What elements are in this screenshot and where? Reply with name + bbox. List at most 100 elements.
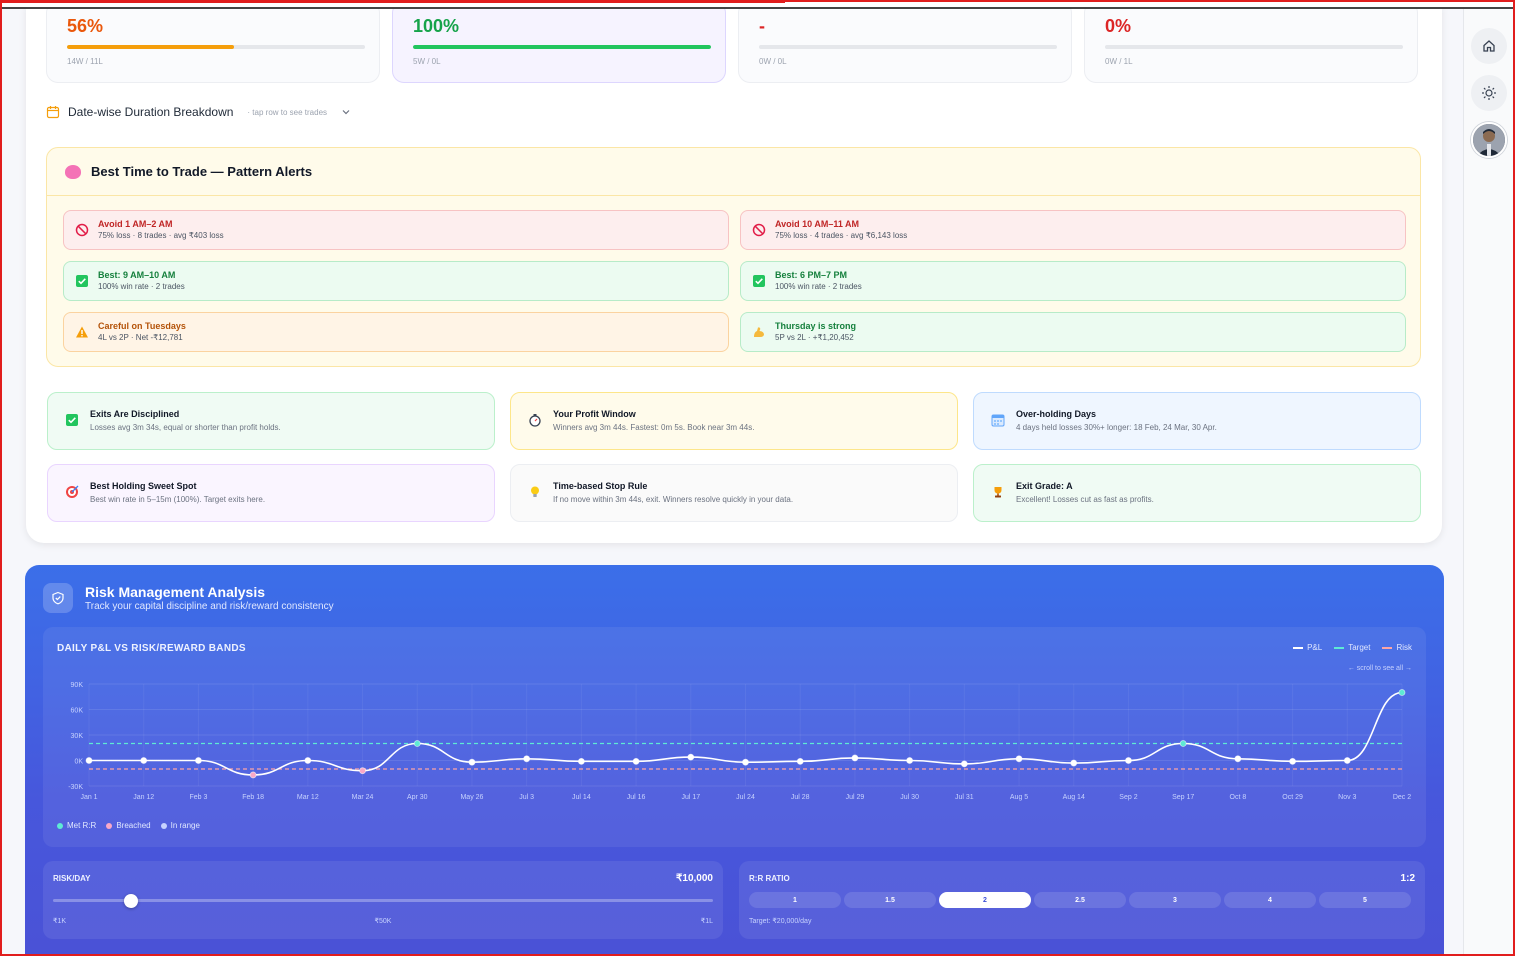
legend-swatch (1334, 646, 1345, 649)
risk-per-day-control: RISK/DAY ₹10,000 ₹1K ₹50K ₹1L (43, 861, 723, 939)
status-legend-item: Met R:R (57, 821, 96, 830)
x-tick-label: Jul 16 (627, 794, 646, 801)
calendar-icon (46, 106, 60, 119)
pattern-alert-detail: 100% win rate · 2 trades (98, 282, 185, 291)
pattern-alert[interactable]: Careful on Tuesdays 4L vs 2P · Net -₹12,7… (63, 312, 729, 352)
stat-progress-bar (1105, 45, 1403, 49)
rr-option-button[interactable]: 2 (939, 892, 1031, 908)
stat-card[interactable]: 100% 5W / 0L (392, 1, 726, 83)
rr-option-button[interactable]: 4 (1224, 892, 1316, 908)
pattern-alerts-card: Best Time to Trade — Pattern Alerts Avoi… (46, 147, 1421, 367)
status-legend-label: Breached (116, 821, 151, 830)
pattern-alert[interactable]: Best: 6 PM–7 PM 100% win rate · 2 trades (740, 261, 1406, 301)
insight-title: Your Profit Window (553, 409, 636, 419)
pnl-point[interactable] (796, 757, 804, 765)
pnl-chart-card[interactable]: 90K 60K 30K 0K -30K Jan 1 Jan 12 Feb 3 Feb 18 Mar… (43, 627, 1426, 847)
status-legend-label: Met R:R (67, 821, 97, 830)
pattern-alert-title: Best: 6 PM–7 PM (775, 270, 848, 280)
duration-breakdown-toggle[interactable]: Date-wise Duration Breakdown · tap row t… (46, 105, 351, 119)
risk-day-value: ₹10,000 (676, 873, 713, 884)
theme-toggle-button[interactable] (1471, 75, 1507, 111)
pattern-alert[interactable]: Best: 9 AM–10 AM 100% win rate · 2 trades (63, 261, 729, 301)
x-tick-label: Aug 5 (1010, 794, 1028, 801)
insight-card[interactable]: Exits Are Disciplined Losses avg 3m 34s, … (47, 392, 495, 450)
pnl-point[interactable] (249, 771, 257, 779)
insight-title: Exit Grade: A (1016, 481, 1073, 491)
stat-card[interactable]: 0% 0W / 1L (1084, 1, 1418, 83)
slider-tick-label: ₹50K (374, 918, 392, 925)
pattern-alert-title: Thursday is strong (775, 321, 857, 331)
rr-target: Target: ₹20,000/day (749, 918, 812, 925)
pnl-point[interactable] (468, 758, 476, 766)
pnl-point[interactable] (1234, 755, 1242, 763)
pnl-point[interactable] (1015, 755, 1023, 763)
x-tick-label: Aug 14 (1063, 794, 1085, 801)
x-tick-label: Jul 30 (900, 794, 919, 801)
pnl-point[interactable] (742, 758, 749, 766)
duration-analysis-panel: 56% 14W / 11L 100% 5W / 0L - 0W / 0L 0% 0W / 1L… (26, 1, 1442, 543)
x-tick-label: Jul 28 (791, 794, 810, 801)
pnl-point[interactable] (1179, 740, 1187, 747)
pnl-point[interactable] (1398, 689, 1406, 696)
pnl-point[interactable] (85, 757, 93, 764)
pnl-point[interactable] (1125, 757, 1132, 764)
y-tick-label: 30K (71, 733, 84, 740)
insight-card[interactable]: Exit Grade: A Excellent! Losses cut as fa… (973, 464, 1421, 522)
pnl-chart[interactable]: 90K 60K 30K 0K -30K Jan 1 Jan 12 Feb 3 Feb 18 Mar… (43, 627, 1426, 847)
pattern-alert-detail: 100% win rate · 2 trades (775, 282, 862, 291)
pnl-point[interactable] (304, 757, 312, 764)
pnl-point[interactable] (632, 757, 640, 765)
rr-options: 1 1.5 2 2.5 3 4 5 (749, 892, 1411, 908)
home-button[interactable] (1471, 28, 1507, 64)
pattern-alert-title: Careful on Tuesdays (98, 321, 186, 331)
insight-card[interactable]: Your Profit Window Winners avg 3m 44s. Fa… (510, 392, 958, 450)
status-legend-label: In range (170, 821, 200, 830)
insight-detail: Best win rate in 5–15m (100%). Target ex… (90, 495, 266, 504)
pnl-point[interactable] (687, 753, 695, 761)
risk-day-slider-thumb[interactable] (124, 894, 138, 908)
status-legend-item: In range (160, 821, 200, 830)
x-tick-label: Jul 24 (736, 794, 755, 801)
risk-day-slider-track[interactable] (53, 899, 713, 902)
pattern-alert[interactable]: Avoid 10 AM–11 AM 75% loss · 4 trades · a… (740, 210, 1406, 250)
pnl-point[interactable] (906, 757, 914, 764)
x-tick-label: Jul 14 (572, 794, 591, 801)
pnl-point[interactable] (195, 757, 202, 764)
pnl-point[interactable] (1070, 759, 1078, 767)
pnl-point[interactable] (851, 754, 859, 762)
duration-breakdown-title: Date-wise Duration Breakdown (68, 105, 234, 119)
pnl-point[interactable] (1289, 757, 1296, 765)
insight-card[interactable]: Best Holding Sweet Spot Best win rate in … (47, 464, 495, 522)
rr-option-button[interactable]: 1.5 (844, 892, 936, 908)
scroll-hint: ← scroll to see all → (1347, 665, 1412, 672)
insight-card[interactable]: Time-based Stop Rule If no move within 3m… (510, 464, 958, 522)
x-tick-label: Feb 3 (189, 794, 207, 801)
pnl-point[interactable] (577, 757, 585, 765)
insight-title: Time-based Stop Rule (553, 481, 648, 491)
user-avatar[interactable] (1471, 122, 1507, 158)
rr-option-button[interactable]: 3 (1129, 892, 1221, 908)
stat-card[interactable]: 56% 14W / 11L (46, 1, 380, 83)
pattern-alert[interactable]: Thursday is strong 5P vs 2L · +₹1,20,452 (740, 312, 1406, 352)
pattern-alert[interactable]: Avoid 1 AM–2 AM 75% loss · 8 trades · avg… (63, 210, 729, 250)
y-tick-label: 60K (71, 708, 84, 715)
rr-option-button[interactable]: 1 (749, 892, 841, 908)
legend-label: Risk (1396, 643, 1412, 652)
x-tick-label: Jul 3 (519, 794, 534, 801)
pnl-point[interactable] (413, 740, 421, 747)
pnl-point[interactable] (140, 757, 148, 764)
pnl-point[interactable] (523, 755, 531, 763)
rr-option-button[interactable]: 2.5 (1034, 892, 1126, 908)
insight-card[interactable]: Over-holding Days 4 days held losses 30%+… (973, 392, 1421, 450)
legend-label: Target (1348, 643, 1371, 652)
pnl-point[interactable] (1343, 757, 1351, 764)
x-tick-label: Sep 17 (1172, 794, 1194, 801)
stat-card[interactable]: - 0W / 0L (738, 1, 1072, 83)
pnl-point[interactable] (359, 767, 366, 775)
legend-item: P&L (1293, 643, 1322, 652)
pnl-point[interactable] (960, 760, 968, 768)
x-tick-label: Sep 2 (1119, 794, 1137, 801)
rr-option-button[interactable]: 5 (1319, 892, 1411, 908)
insight-title: Over-holding Days (1016, 409, 1097, 419)
warning-icon (74, 324, 90, 340)
